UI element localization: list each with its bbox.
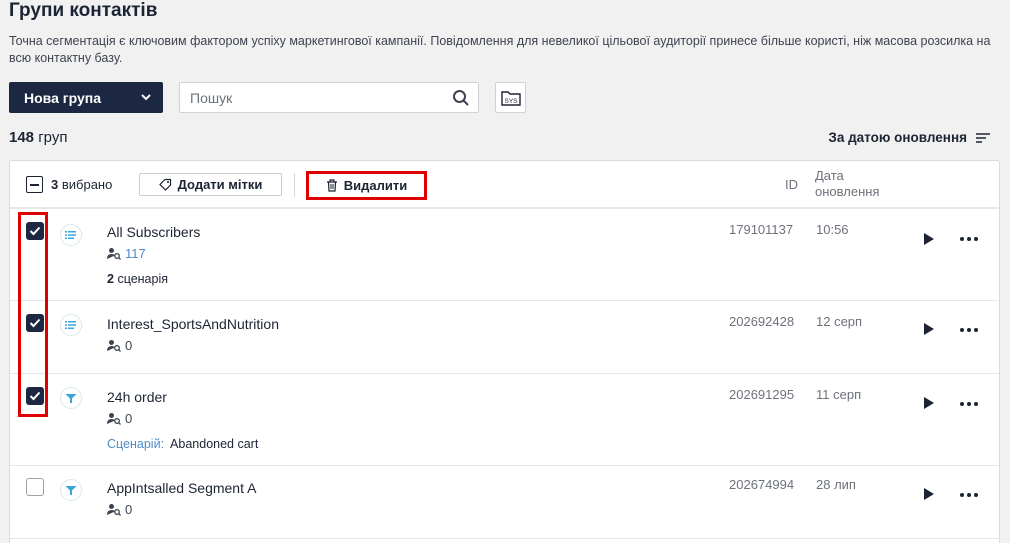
table-row[interactable]: 24h order 0 Сценарій: Abandoned cart 2026… [10,375,999,466]
groups-table: 3 вибрано Додати мітки Видалити ID Дата о… [9,160,1000,543]
subscriber-count[interactable]: 117 [107,246,146,261]
system-folders-button[interactable]: SYS [495,82,526,113]
search-box [179,82,479,113]
more-options-icon[interactable] [960,493,978,497]
group-name-link[interactable]: Interest_SportsAndNutrition [107,316,279,332]
group-id: 202691295 [729,387,795,402]
play-icon[interactable] [923,322,935,336]
more-options-icon[interactable] [960,402,978,406]
trash-icon [326,179,337,192]
subscriber-count[interactable]: 0 [107,502,132,517]
new-group-label: Нова група [24,89,101,106]
group-count-number: 148 [9,129,35,146]
subscriber-count[interactable]: 0 [107,338,132,353]
updated-date: 12 серп [816,314,863,329]
sort-control[interactable]: За датою оновлення [828,130,990,145]
people-search-icon [107,248,121,260]
updated-date: 10:56 [816,222,849,237]
people-search-icon [107,504,121,516]
more-options-icon[interactable] [960,328,978,332]
bulk-action-bar: 3 вибрано Додати мітки Видалити ID Дата о… [10,161,999,209]
chevron-down-icon[interactable] [140,92,152,102]
group-id: 202674994 [729,477,795,492]
page-title: Групи контактів [9,0,158,21]
folder-sys-icon: SYS [500,90,521,106]
updated-date: 28 лип [816,477,856,492]
table-row[interactable]: All Subscribers 117 2 сценарія 179101137… [10,210,999,301]
play-icon[interactable] [923,396,935,410]
column-header-id: ID [785,177,798,192]
delete-button[interactable]: Видалити [306,171,427,200]
group-name-link[interactable]: All Subscribers [107,224,200,240]
group-count-suffix: груп [38,129,68,146]
select-all-checkbox[interactable] [26,176,43,193]
filter-icon [60,479,82,501]
play-icon[interactable] [923,487,935,501]
page-description: Точна сегментація є ключовим фактором ус… [9,34,991,65]
selected-count: 3 вибрано [51,177,113,192]
scenario-info: Сценарій: Abandoned cart [107,437,259,451]
people-search-icon [107,413,121,425]
column-header-date: Дата оновлення [815,168,880,199]
sort-label: За датою оновлення [828,130,967,145]
list-icon [60,224,82,246]
highlight-checkboxes-annotation [18,212,48,417]
subscriber-count[interactable]: 0 [107,411,132,426]
tag-icon [158,178,171,191]
scenario-info: 2 сценарія [107,272,169,286]
table-row[interactable]: Interest_SportsAndNutrition 0 202692428 … [10,302,999,374]
group-id: 202692428 [729,314,795,329]
divider [294,173,295,197]
play-icon[interactable] [923,232,935,246]
search-icon[interactable] [452,89,470,107]
group-count: 148 груп [9,129,67,146]
group-name-link[interactable]: AppIntsalled Segment A [107,480,256,496]
table-row[interactable]: AppIntsalled Segment A 0 202674994 28 ли… [10,467,999,539]
updated-date: 11 серп [816,387,862,402]
svg-text:SYS: SYS [504,98,518,105]
new-group-button[interactable]: Нова група [9,82,163,113]
list-icon [60,314,82,336]
group-name-link[interactable]: 24h order [107,389,167,405]
group-id: 179101137 [729,222,794,237]
filter-icon [60,387,82,409]
add-tags-button[interactable]: Додати мітки [139,173,282,196]
row-checkbox[interactable] [26,478,44,496]
scenario-link[interactable]: Abandoned cart [170,437,258,451]
search-input[interactable] [180,83,440,112]
more-options-icon[interactable] [960,237,978,241]
people-search-icon [107,340,121,352]
sort-icon [976,132,990,143]
